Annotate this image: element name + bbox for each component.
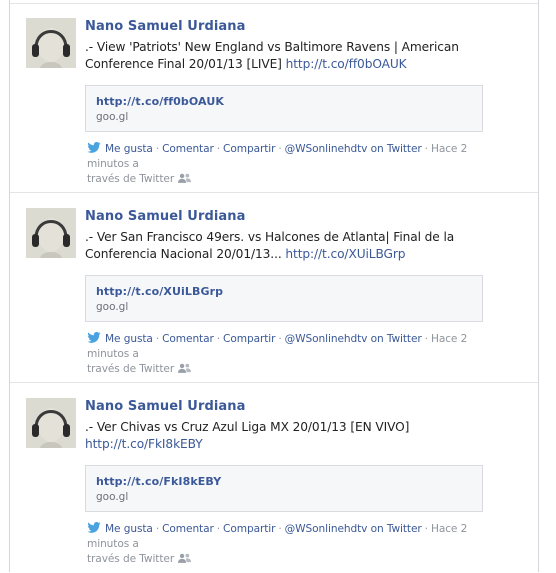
post-via: través de Twitter: [87, 553, 175, 565]
source-link[interactable]: @WSonlinehdtv on Twitter: [285, 143, 422, 155]
comment-link[interactable]: Comentar: [162, 143, 214, 155]
separator-dot: ·: [424, 143, 428, 155]
link-preview-domain: goo.gl: [96, 301, 129, 313]
separator-dot: ·: [155, 333, 160, 345]
feed-post: Nano Samuel Urdiana .- Ver San Francisco…: [10, 193, 538, 383]
link-preview-domain: goo.gl: [96, 111, 129, 123]
avatar-headphones-image: [26, 18, 76, 68]
separator-dot: ·: [216, 523, 221, 535]
friends-audience-icon[interactable]: [178, 363, 192, 373]
separator-dot: ·: [278, 523, 282, 535]
link-preview-domain: goo.gl: [96, 491, 129, 503]
post-message-link[interactable]: http://t.co/ff0bOAUK: [286, 57, 407, 71]
friends-audience-icon[interactable]: [178, 553, 192, 563]
avatar[interactable]: [26, 398, 76, 448]
link-preview-url[interactable]: http://t.co/ff0bOAUK: [96, 95, 224, 108]
link-preview-card[interactable]: http://t.co/FkI8kEBY goo.gl: [85, 465, 483, 512]
separator-dot: ·: [424, 333, 428, 345]
twitter-bird-icon: [87, 142, 101, 153]
separator-dot: ·: [216, 333, 221, 345]
source-link[interactable]: @WSonlinehdtv on Twitter: [285, 333, 422, 345]
link-preview-card[interactable]: http://t.co/ff0bOAUK goo.gl: [85, 85, 483, 132]
avatar-headphones-image: [26, 398, 76, 448]
post-message: .- View 'Patriots' New England vs Baltim…: [85, 39, 485, 73]
like-link[interactable]: Me gusta: [105, 333, 153, 345]
post-actions: Me gusta · Comentar · Compartir · @WSonlinehdt…: [87, 142, 507, 187]
share-link[interactable]: Compartir: [223, 143, 275, 155]
comment-link[interactable]: Comentar: [162, 523, 214, 535]
post-message-link[interactable]: http://t.co/FkI8kEBY: [85, 437, 203, 451]
separator-dot: ·: [278, 333, 282, 345]
twitter-bird-icon: [87, 522, 101, 533]
friends-audience-icon[interactable]: [178, 173, 192, 183]
post-author-name[interactable]: Nano Samuel Urdiana: [85, 399, 246, 414]
like-link[interactable]: Me gusta: [105, 523, 153, 535]
avatar[interactable]: [26, 208, 76, 258]
share-link[interactable]: Compartir: [223, 333, 275, 345]
post-message-text: .- Ver Chivas vs Cruz Azul Liga MX 20/01…: [85, 420, 410, 434]
separator-dot: ·: [278, 143, 282, 155]
post-message: .- Ver San Francisco 49ers. vs Halcones …: [85, 229, 485, 263]
separator-dot: ·: [155, 143, 160, 155]
separator-dot: ·: [155, 523, 160, 535]
separator-dot: ·: [216, 143, 221, 155]
avatar[interactable]: [26, 18, 76, 68]
post-author-name[interactable]: Nano Samuel Urdiana: [85, 19, 246, 34]
post-via: través de Twitter: [87, 363, 175, 375]
post-via: través de Twitter: [87, 173, 175, 185]
like-link[interactable]: Me gusta: [105, 143, 153, 155]
share-link[interactable]: Compartir: [223, 523, 275, 535]
link-preview-card[interactable]: http://t.co/XUiLBGrp goo.gl: [85, 275, 483, 322]
post-actions: Me gusta · Comentar · Compartir · @WSonlinehdt…: [87, 332, 507, 377]
link-preview-url[interactable]: http://t.co/FkI8kEBY: [96, 475, 221, 488]
feed-post: Nano Samuel Urdiana .- View 'Patriots' N…: [10, 3, 538, 193]
feed-post: Nano Samuel Urdiana .- Ver Chivas vs Cru…: [10, 383, 538, 573]
page-border-right: [538, 0, 539, 572]
separator-dot: ·: [424, 523, 428, 535]
post-author-name[interactable]: Nano Samuel Urdiana: [85, 209, 246, 224]
post-message: .- Ver Chivas vs Cruz Azul Liga MX 20/01…: [85, 419, 485, 453]
post-message-link[interactable]: http://t.co/XUiLBGrp: [285, 247, 405, 261]
twitter-bird-icon: [87, 332, 101, 343]
comment-link[interactable]: Comentar: [162, 333, 214, 345]
link-preview-url[interactable]: http://t.co/XUiLBGrp: [96, 285, 223, 298]
avatar-headphones-image: [26, 208, 76, 258]
post-actions: Me gusta · Comentar · Compartir · @WSonlinehdt…: [87, 522, 507, 567]
source-link[interactable]: @WSonlinehdtv on Twitter: [285, 523, 422, 535]
